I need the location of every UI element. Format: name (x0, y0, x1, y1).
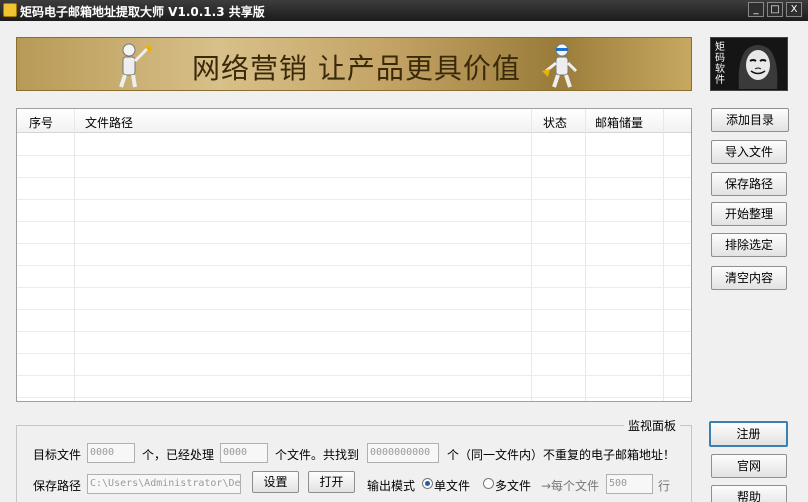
found-count-field[interactable]: 0000000000 (367, 443, 439, 463)
window-title: 矩码电子邮箱地址提取大师 V1.0.1.3 共享版 (20, 5, 265, 19)
processed-label: 个，已经处理 (142, 448, 215, 462)
multi-file-label[interactable]: 多文件 (495, 477, 531, 494)
help-button[interactable]: 帮助 (711, 485, 787, 502)
logo-text: 矩码软件 (715, 42, 725, 86)
maximize-button[interactable]: □ (767, 2, 783, 17)
column-header-status[interactable]: 状态 (543, 114, 567, 131)
brand-logo: 矩码软件 (710, 37, 788, 91)
left-figure-icon (119, 43, 153, 88)
exclude-selected-button[interactable]: 排除选定 (711, 233, 787, 257)
column-header-path[interactable]: 文件路径 (85, 114, 133, 131)
column-header-index[interactable]: 序号 (29, 114, 53, 131)
import-file-button[interactable]: 导入文件 (711, 140, 787, 164)
clear-content-button[interactable]: 清空内容 (711, 266, 787, 290)
app-icon (3, 3, 17, 17)
single-file-radio[interactable] (422, 478, 433, 489)
lines-unit-label: 行 (658, 479, 671, 493)
right-figure-icon (542, 43, 578, 88)
start-organize-button[interactable]: 开始整理 (711, 202, 787, 226)
save-path-field[interactable]: C:\Users\Administrator\Des (87, 474, 241, 494)
banner-slogan: 网络营销 让产品更具价值 (192, 52, 521, 85)
target-files-label: 目标文件 (33, 448, 82, 462)
add-directory-button[interactable]: 添加目录 (711, 108, 789, 132)
per-file-lines-field[interactable]: 500 (606, 474, 653, 494)
register-button[interactable]: 注册 (709, 421, 788, 447)
single-file-label[interactable]: 单文件 (434, 477, 470, 494)
mask-logo-icon (738, 45, 778, 89)
target-files-field[interactable]: 0000 (87, 443, 135, 463)
output-mode-label: 输出模式 (367, 479, 416, 493)
save-path-button[interactable]: 保存路径 (711, 172, 787, 196)
open-path-button[interactable]: 打开 (308, 471, 355, 493)
column-header-email-count[interactable]: 邮箱储量 (595, 114, 643, 131)
monitor-panel-title: 监视面板 (624, 417, 681, 434)
multi-file-radio[interactable] (483, 478, 494, 489)
file-table[interactable]: 序号 文件路径 状态 邮箱储量 (16, 108, 692, 402)
per-file-label: →每个文件 (541, 479, 600, 493)
title-bar: 矩码电子邮箱地址提取大师 V1.0.1.3 共享版 _ □ X (0, 0, 808, 21)
found-label: 个文件。共找到 (275, 448, 360, 462)
minimize-button[interactable]: _ (748, 2, 764, 17)
set-path-button[interactable]: 设置 (252, 471, 299, 493)
website-button[interactable]: 官网 (711, 454, 787, 478)
table-header: 序号 文件路径 状态 邮箱储量 (17, 109, 691, 133)
save-path-label: 保存路径 (33, 479, 82, 493)
close-button[interactable]: X (786, 2, 802, 17)
processed-field[interactable]: 0000 (220, 443, 268, 463)
promo-banner: 网络营销 让产品更具价值 (16, 37, 692, 91)
unique-emails-label: 个（同一文件内）不重复的电子邮箱地址！ (447, 448, 676, 462)
